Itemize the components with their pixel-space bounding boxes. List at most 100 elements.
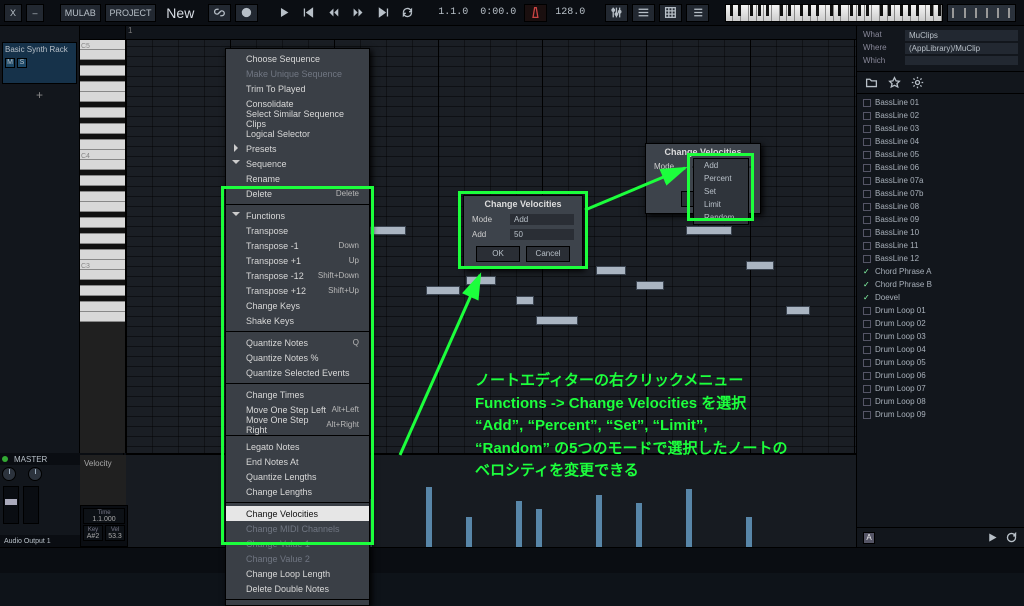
browser-item[interactable]: Chord Phrase B <box>857 278 1024 291</box>
browser-item[interactable]: BassLine 12 <box>857 252 1024 265</box>
browser-item[interactable]: Drum Loop 01 <box>857 304 1024 317</box>
track-header[interactable]: Basic Synth Rack M S <box>2 42 77 84</box>
browser-item[interactable]: BassLine 03 <box>857 122 1024 135</box>
gear-icon[interactable] <box>911 76 924 89</box>
keyboard-display[interactable] <box>725 4 943 22</box>
menu-change-midi-channels[interactable]: Change MIDI Channels <box>226 521 369 536</box>
metronome-button[interactable] <box>524 4 547 22</box>
browser-item[interactable]: BassLine 02 <box>857 109 1024 122</box>
mode-option[interactable]: Random <box>694 211 748 224</box>
channel-output[interactable]: Audio Output 1 <box>4 538 51 545</box>
velocity-bar[interactable] <box>426 487 432 547</box>
midi-note[interactable] <box>746 261 774 270</box>
mode-option[interactable]: Percent <box>694 172 748 185</box>
tool-list-icon[interactable] <box>686 4 709 22</box>
cancel-button[interactable]: Cancel <box>526 246 570 262</box>
mute-button[interactable]: M <box>5 58 15 68</box>
menu-trim[interactable]: Trim To Played <box>226 81 369 96</box>
mode-field[interactable]: Add <box>510 214 574 225</box>
menu-quantize-selected-events[interactable]: Quantize Selected Events <box>226 365 369 380</box>
browser-item[interactable]: BassLine 11 <box>857 239 1024 252</box>
add-track-button[interactable]: + <box>2 86 77 104</box>
velocity-bar[interactable] <box>466 517 472 547</box>
tool-mixer-icon[interactable] <box>605 4 628 22</box>
pan-knob[interactable] <box>2 467 16 481</box>
menu-quantize-lengths[interactable]: Quantize Lengths <box>226 469 369 484</box>
browser-item[interactable]: Drum Loop 06 <box>857 369 1024 382</box>
close-button[interactable]: X <box>4 4 22 22</box>
browser-item[interactable]: Drum Loop 07 <box>857 382 1024 395</box>
menu-logical-selector[interactable]: Logical Selector <box>226 126 369 141</box>
menu-choose-sequence[interactable]: Choose Sequence <box>226 51 369 66</box>
browser-item[interactable]: Drum Loop 08 <box>857 395 1024 408</box>
play-button[interactable] <box>274 4 294 22</box>
menu-end-notes-at[interactable]: End Notes At <box>226 454 369 469</box>
time-display[interactable]: 0:00.0 <box>476 7 520 18</box>
menu-make-unique[interactable]: Make Unique Sequence <box>226 66 369 81</box>
meta-which-value[interactable] <box>905 56 1018 65</box>
midi-note[interactable] <box>596 266 626 275</box>
link-icon[interactable] <box>208 4 231 22</box>
browser-item[interactable]: Drum Loop 03 <box>857 330 1024 343</box>
browser-list[interactable]: BassLine 01BassLine 02BassLine 03BassLin… <box>857 94 1024 527</box>
menu-select-similar[interactable]: Select Similar Sequence Clips <box>226 111 369 126</box>
browser-item[interactable]: BassLine 10 <box>857 226 1024 239</box>
mode-dropdown[interactable]: Add Percent Set Limit Random <box>693 158 749 225</box>
project-button[interactable]: PROJECT <box>105 4 157 22</box>
menu-change-value-2[interactable]: Change Value 2 <box>226 551 369 566</box>
folder-icon[interactable] <box>865 76 878 89</box>
gain-knob[interactable] <box>28 467 42 481</box>
browser-item[interactable]: BassLine 01 <box>857 96 1024 109</box>
tool-table-icon[interactable] <box>659 4 682 22</box>
loop-preview-icon[interactable] <box>1005 531 1018 544</box>
midi-note[interactable] <box>636 281 664 290</box>
velocity-bar[interactable] <box>636 503 642 547</box>
midi-note[interactable] <box>786 306 810 315</box>
tool-grid-icon[interactable] <box>632 4 655 22</box>
menu-sequence[interactable]: Sequence <box>226 156 369 171</box>
record-button[interactable] <box>235 4 258 22</box>
velocity-bar[interactable] <box>686 489 692 547</box>
forward-button[interactable] <box>348 4 369 22</box>
menu-legato-notes[interactable]: Legato Notes <box>226 439 369 454</box>
velocity-bar[interactable] <box>746 517 752 547</box>
midi-note[interactable] <box>366 226 406 235</box>
channel-name[interactable]: MASTER <box>14 455 47 464</box>
min-button[interactable]: – <box>26 4 44 22</box>
menu-change-velocities[interactable]: Change Velocities <box>226 506 369 521</box>
browser-item[interactable]: Doevel <box>857 291 1024 304</box>
browser-item[interactable]: BassLine 07a <box>857 174 1024 187</box>
browser-item[interactable]: Drum Loop 05 <box>857 356 1024 369</box>
browser-item[interactable]: Chord Phrase A <box>857 265 1024 278</box>
rewind-start-button[interactable] <box>298 4 319 22</box>
menu-shake-keys[interactable]: Shake Keys <box>226 313 369 328</box>
mode-option[interactable]: Add <box>694 159 748 172</box>
mode-option[interactable]: Set <box>694 185 748 198</box>
browser-item[interactable]: BassLine 05 <box>857 148 1024 161</box>
footer-a-button[interactable]: A <box>863 532 875 544</box>
midi-note[interactable] <box>536 316 578 325</box>
browser-item[interactable]: BassLine 04 <box>857 135 1024 148</box>
solo-button[interactable]: S <box>17 58 27 68</box>
timeline-ruler[interactable]: 1 <box>126 26 856 40</box>
browser-item[interactable]: Drum Loop 04 <box>857 343 1024 356</box>
menu-transpose-m12[interactable]: Transpose -12Shift+Down <box>226 268 369 283</box>
tempo-display[interactable]: 128.0 <box>551 7 589 18</box>
add-field[interactable]: 50 <box>510 229 574 240</box>
browser-item[interactable]: Drum Loop 02 <box>857 317 1024 330</box>
play-preview-icon[interactable] <box>986 531 999 544</box>
loop-button[interactable] <box>397 4 418 22</box>
menu-quantize-notes[interactable]: Quantize NotesQ <box>226 335 369 350</box>
menu-delete[interactable]: DeleteDelete <box>226 186 369 201</box>
menu-functions[interactable]: Functions <box>226 208 369 223</box>
star-icon[interactable] <box>888 76 901 89</box>
menu-transpose-p1[interactable]: Transpose +1Up <box>226 253 369 268</box>
menu-transpose[interactable]: Transpose <box>226 223 369 238</box>
midi-note[interactable] <box>686 226 732 235</box>
rewind-button[interactable] <box>323 4 344 22</box>
midi-note[interactable] <box>426 286 460 295</box>
velocity-bar[interactable] <box>536 509 542 547</box>
menu-change-times[interactable]: Change Times <box>226 387 369 402</box>
menu-move-step-right[interactable]: Move One Step RightAlt+Right <box>226 417 369 432</box>
menu-change-value-1[interactable]: Change Value 1 <box>226 536 369 551</box>
